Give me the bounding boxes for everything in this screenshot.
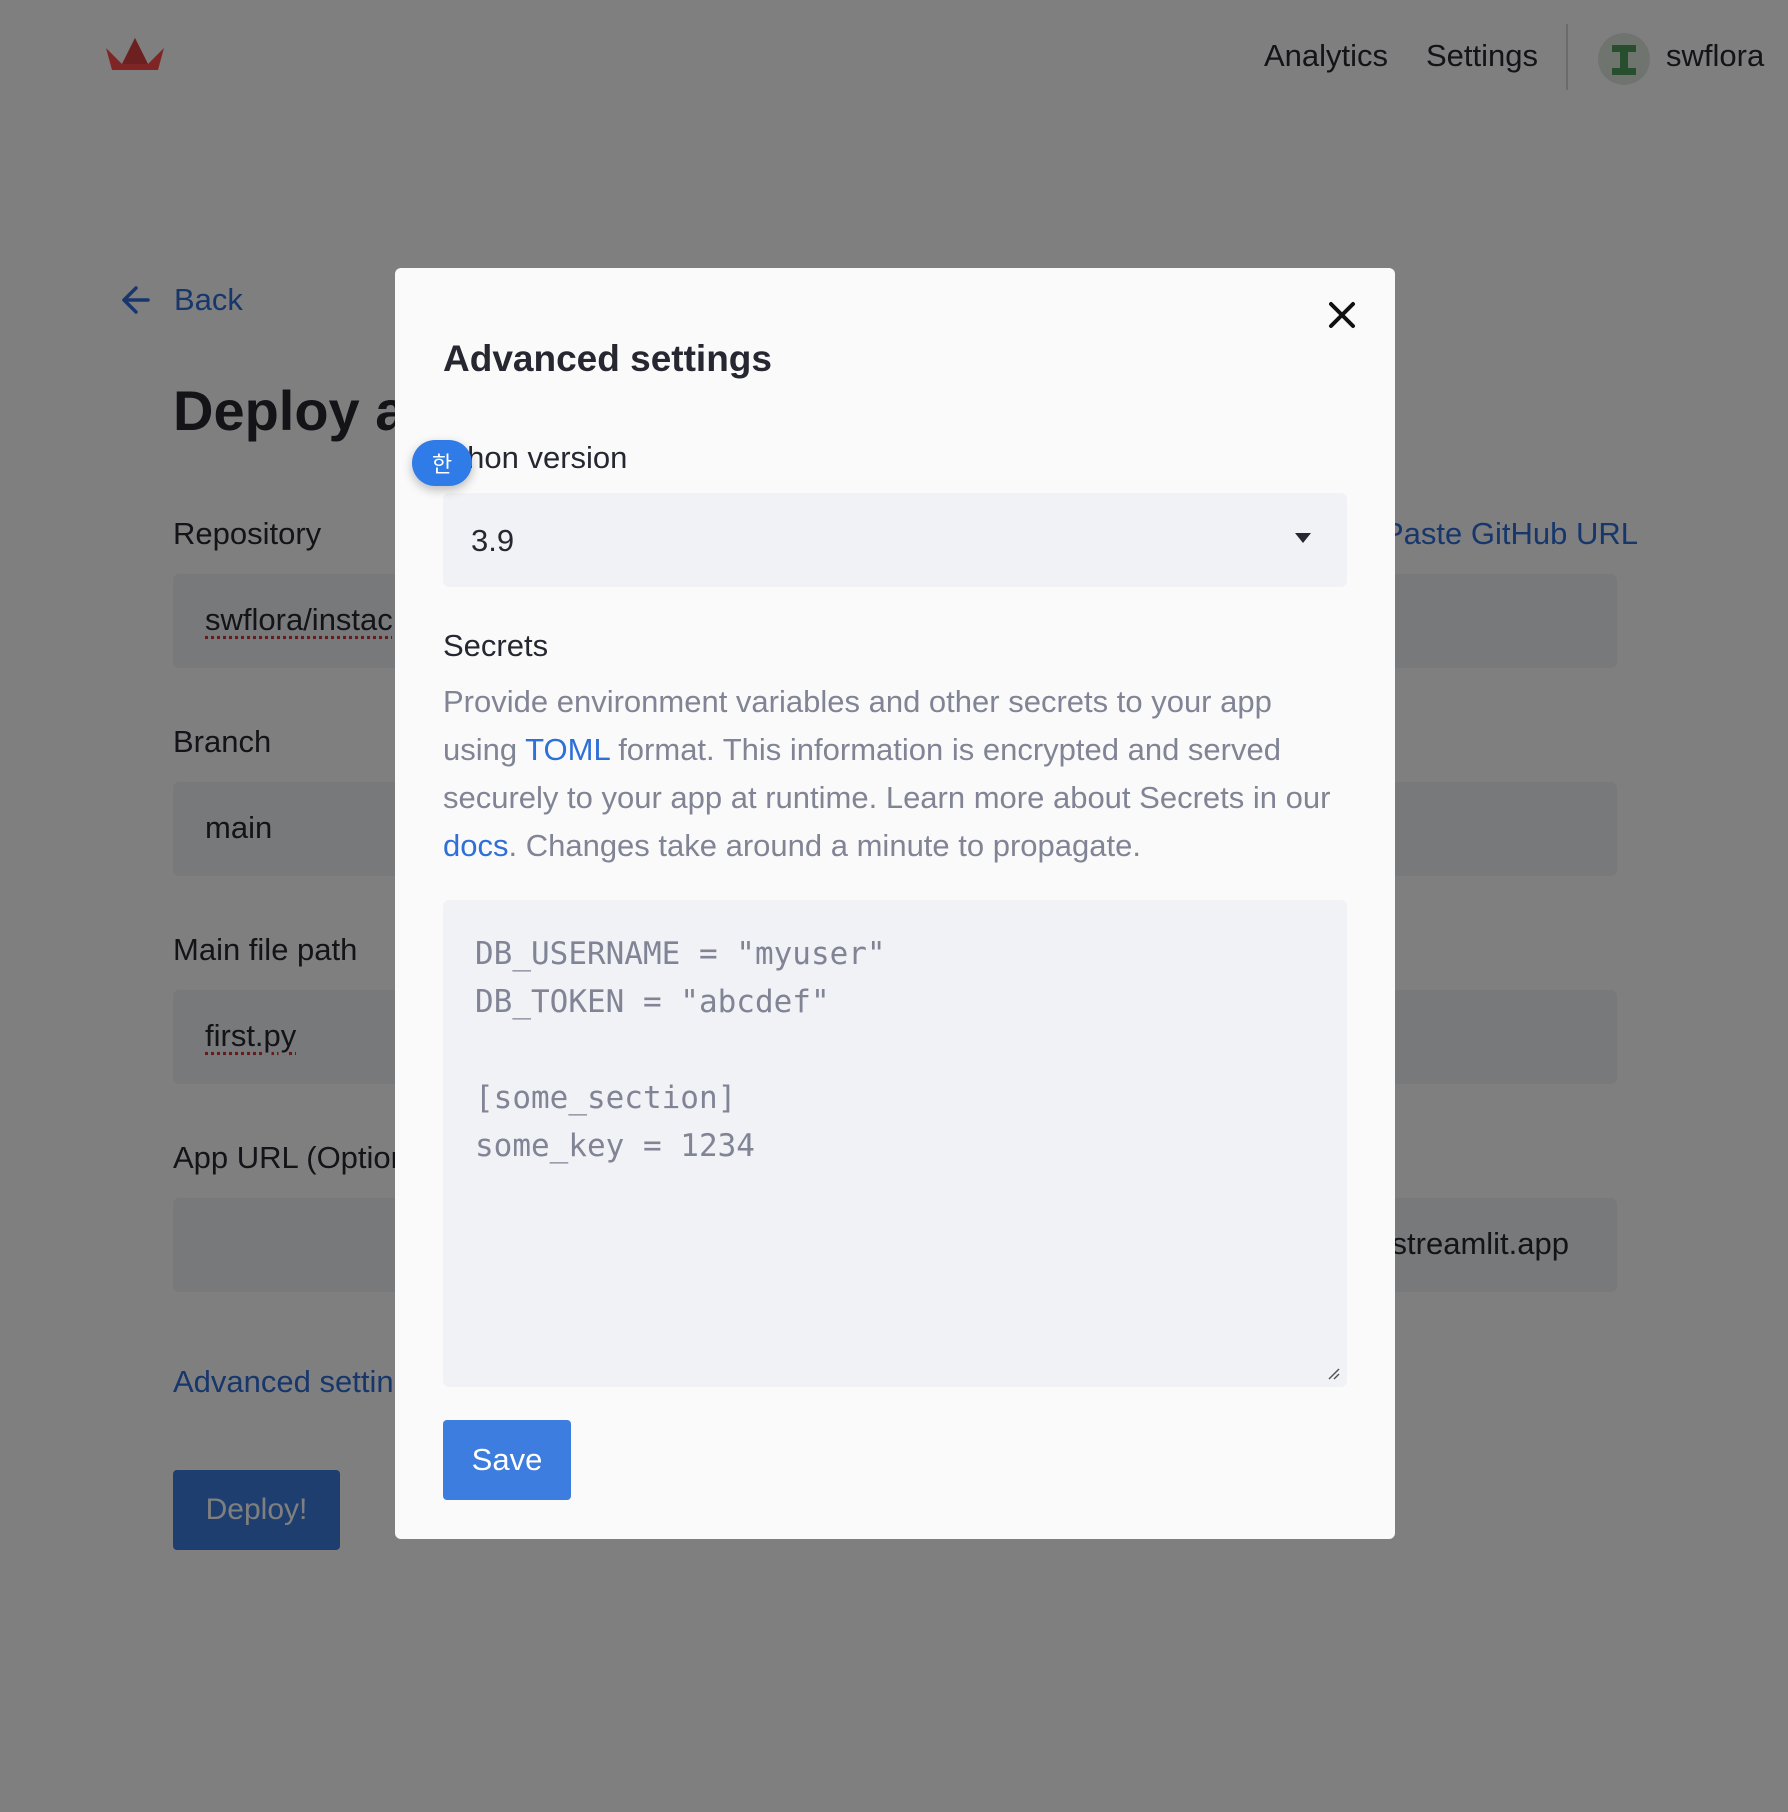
secrets-desc-part3: . Changes take around a minute to propag… <box>508 828 1141 863</box>
save-button[interactable]: Save <box>443 1420 571 1500</box>
secrets-textarea[interactable]: DB_USERNAME = "myuser" DB_TOKEN = "abcde… <box>443 900 1347 1387</box>
resize-handle-icon[interactable] <box>1325 1365 1341 1381</box>
secrets-description: Provide environment variables and other … <box>443 678 1353 870</box>
secrets-placeholder: DB_USERNAME = "myuser" DB_TOKEN = "abcde… <box>475 936 886 1164</box>
python-version-value: 3.9 <box>471 523 515 558</box>
docs-link[interactable]: docs <box>443 828 508 863</box>
caret-down-icon <box>1295 533 1311 543</box>
toml-link[interactable]: TOML <box>525 732 609 767</box>
python-version-select[interactable]: 3.9 <box>443 493 1347 587</box>
advanced-settings-modal: Advanced settings ython version 3.9 Secr… <box>395 268 1395 1539</box>
ime-indicator-badge[interactable]: 한 <box>412 440 472 486</box>
secrets-label: Secrets <box>443 628 549 663</box>
close-icon[interactable] <box>1325 298 1359 332</box>
modal-title: Advanced settings <box>443 338 772 379</box>
